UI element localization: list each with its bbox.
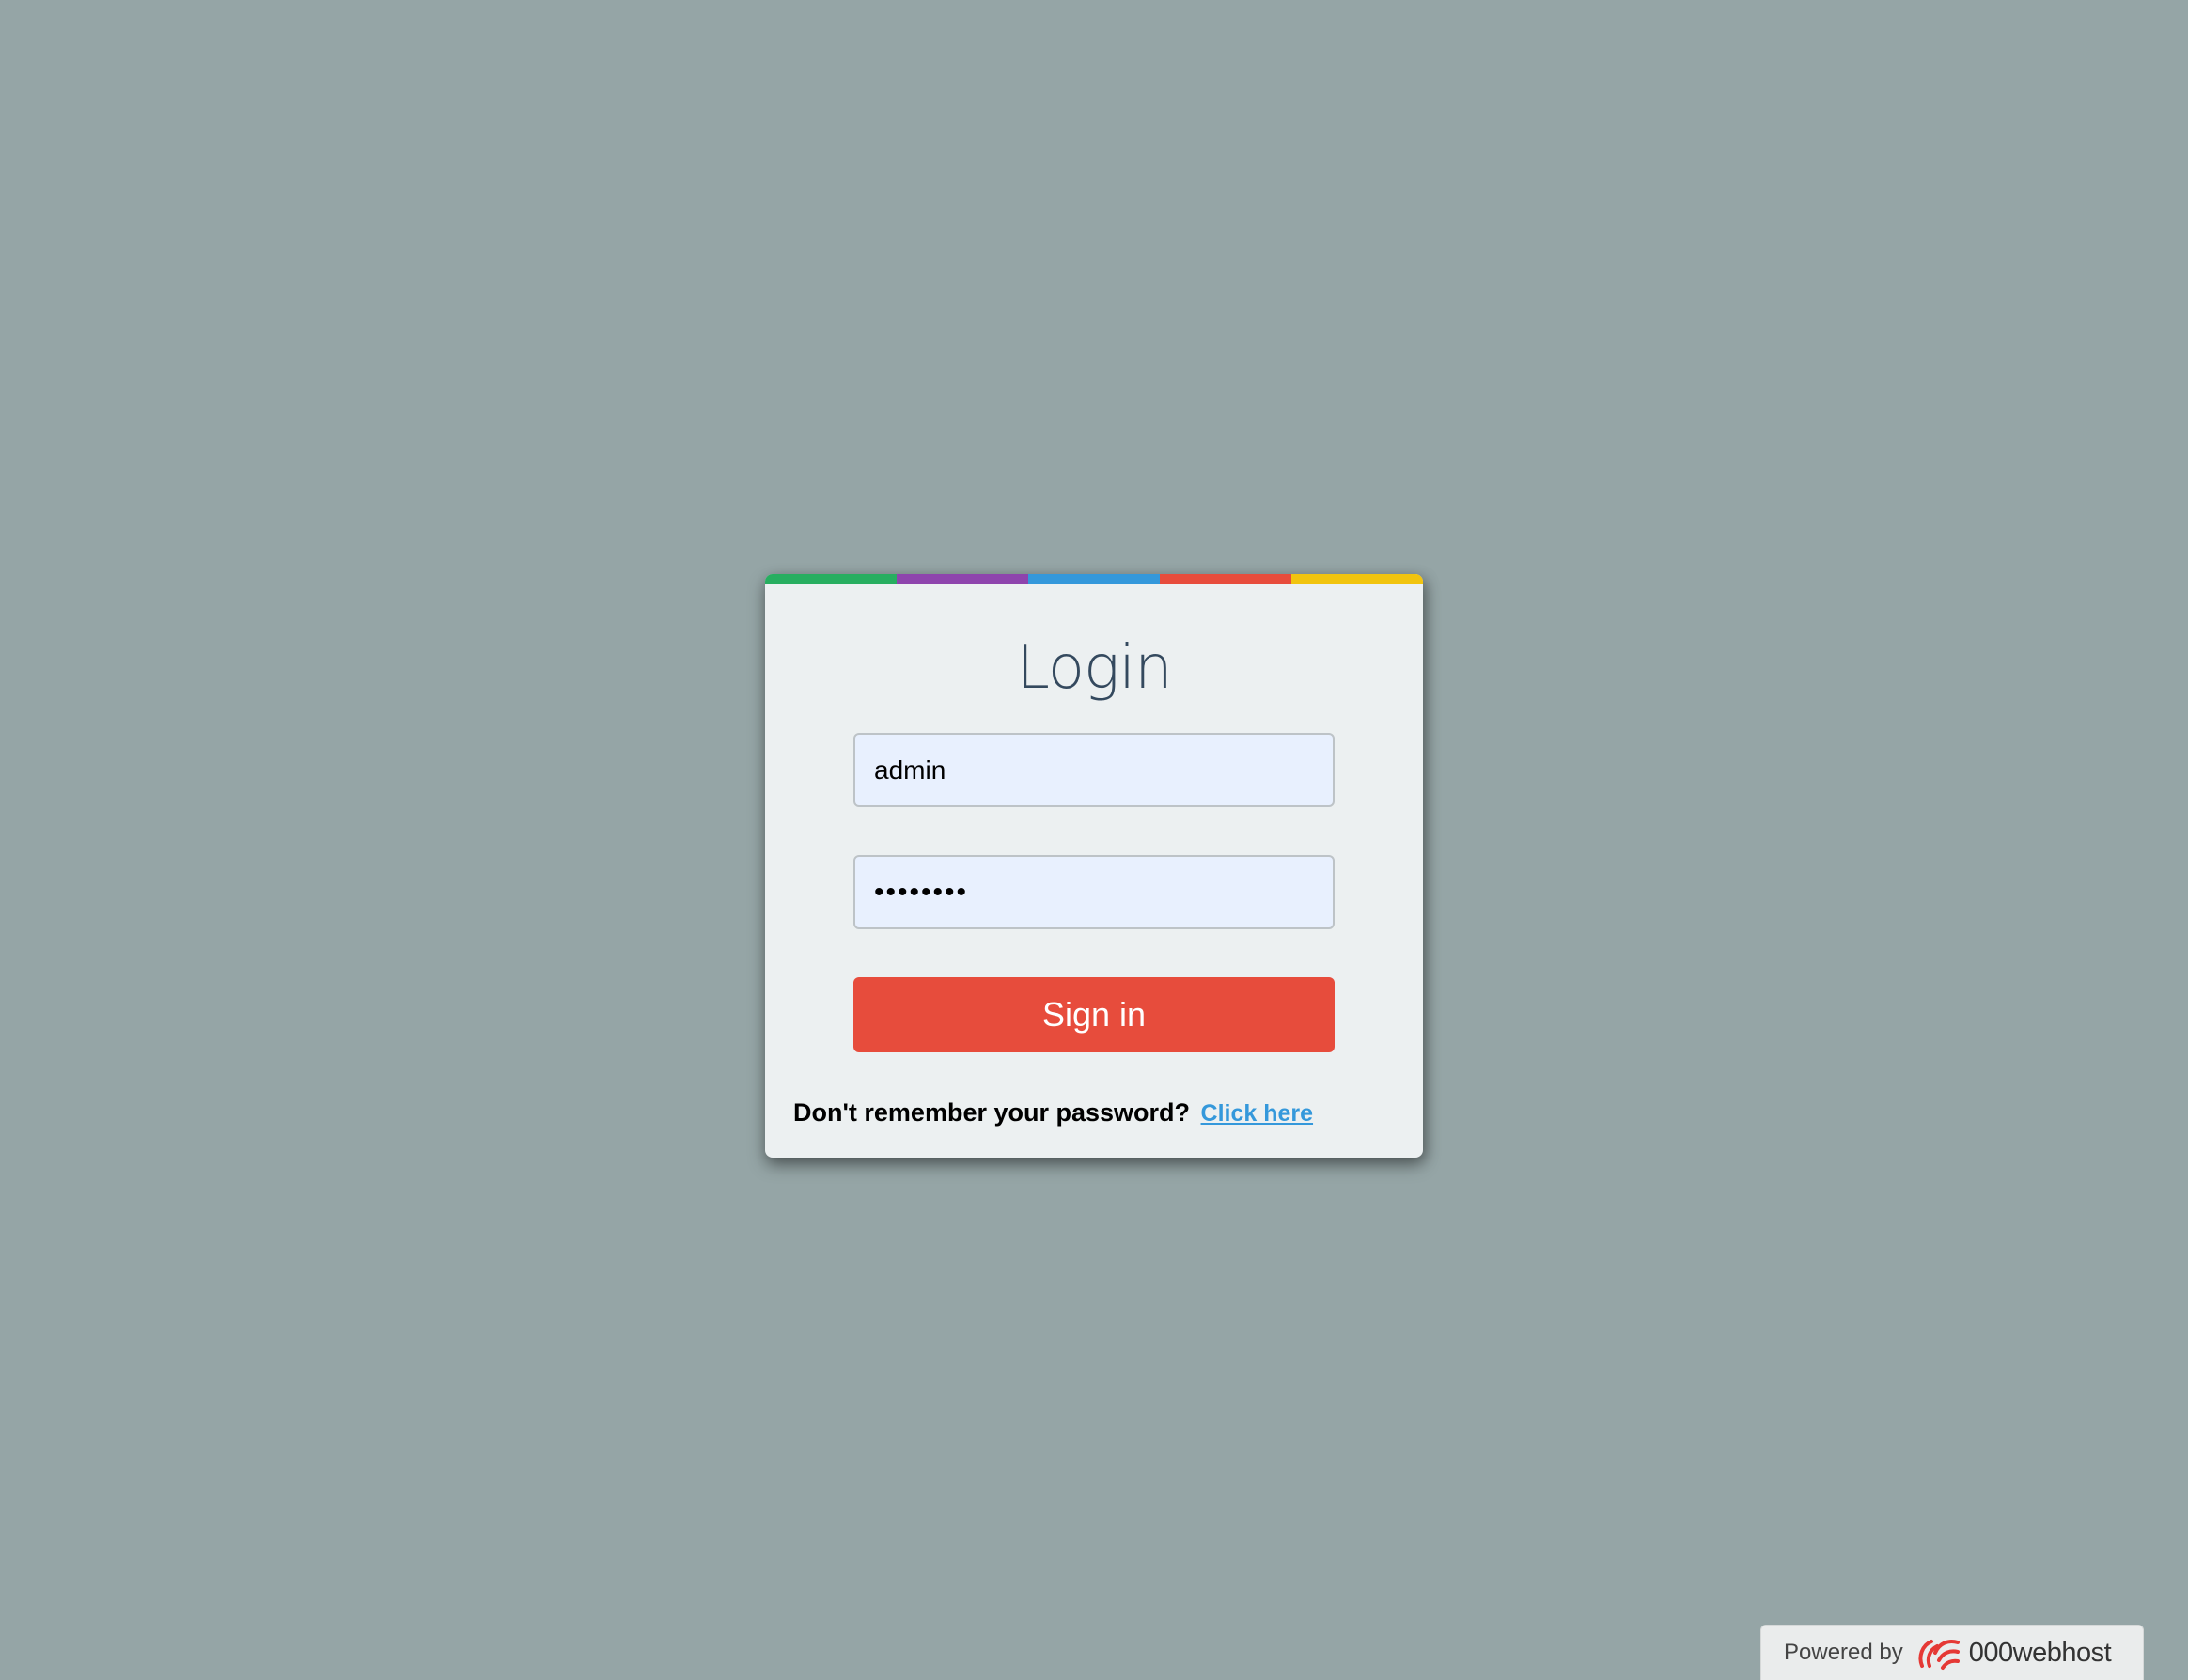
accent-green [765, 574, 897, 584]
brand-name: 000webhost [1968, 1637, 2112, 1668]
color-accent-bar [765, 574, 1423, 584]
login-card: Login Sign in Don't remember your passwo… [765, 574, 1423, 1158]
powered-by-text: Powered by [1784, 1640, 1903, 1665]
forgot-password-row: Don't remember your password? Click here [793, 1098, 1313, 1128]
forgot-password-link[interactable]: Click here [1201, 1100, 1314, 1127]
sign-in-button[interactable]: Sign in [853, 977, 1335, 1052]
password-input[interactable] [853, 855, 1335, 929]
accent-red [1160, 574, 1291, 584]
powered-by-badge[interactable]: Powered by 000webhost [1760, 1625, 2144, 1680]
accent-yellow [1291, 574, 1423, 584]
username-input[interactable] [853, 733, 1335, 807]
login-title: Login [1016, 633, 1172, 703]
forgot-password-text: Don't remember your password? [793, 1098, 1191, 1127]
accent-purple [897, 574, 1028, 584]
000webhost-logo-icon [1918, 1640, 1960, 1670]
page: Login Sign in Don't remember your passwo… [0, 0, 2188, 1680]
accent-blue [1028, 574, 1160, 584]
